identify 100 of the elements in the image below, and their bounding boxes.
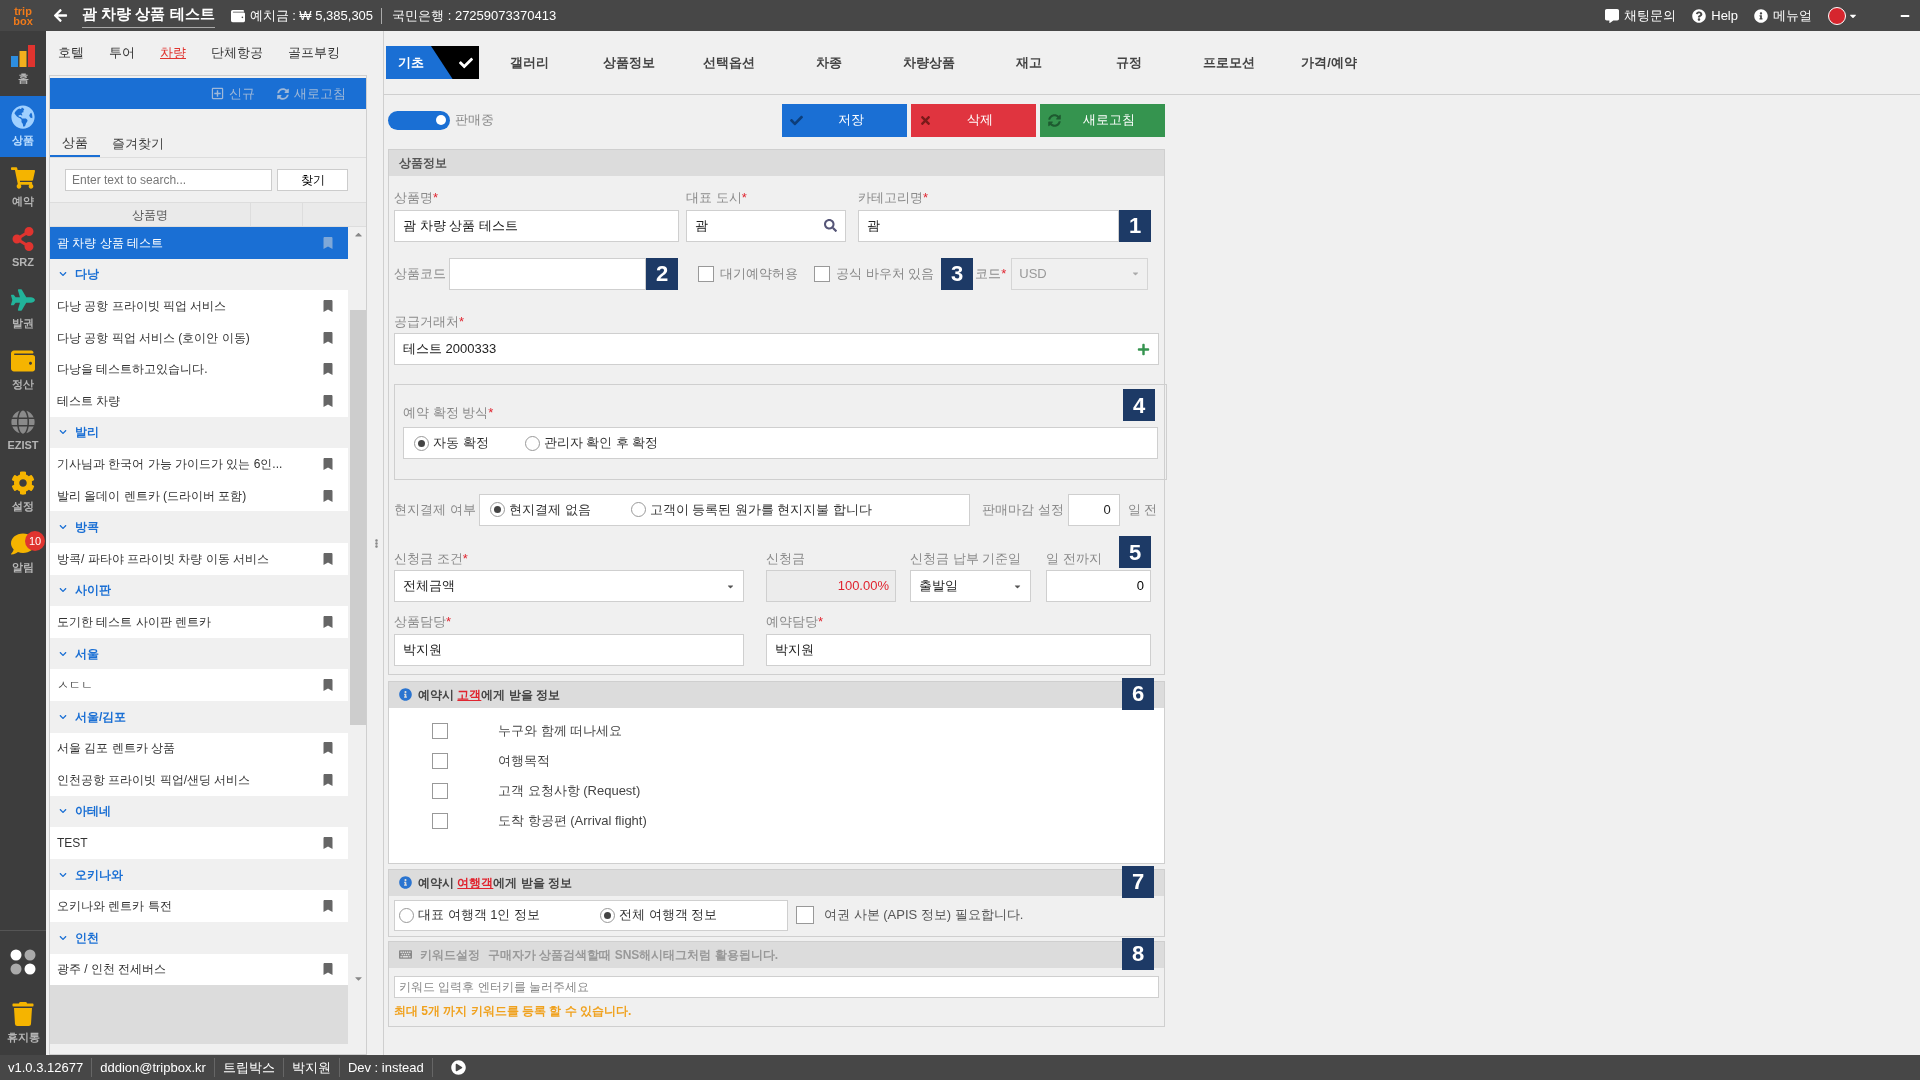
nav-item[interactable]: SRZ bbox=[0, 218, 46, 279]
panel-tab[interactable]: 상품 bbox=[50, 131, 100, 157]
nav-item[interactable]: 정산 bbox=[0, 340, 46, 401]
product-row[interactable]: 방콕/ 파타야 프라이빗 차량 이동 서비스 bbox=[50, 542, 349, 575]
bookmark-icon[interactable] bbox=[322, 394, 335, 407]
step-tab[interactable]: 상품정보 bbox=[579, 46, 679, 79]
bookmark-icon[interactable] bbox=[322, 679, 335, 692]
bookmark-icon[interactable] bbox=[322, 963, 335, 976]
step-tab[interactable]: 재고 bbox=[979, 46, 1079, 79]
product-row[interactable]: ㅅㄷㄴ bbox=[50, 669, 349, 701]
text-field[interactable]: 테스트 2000333 bbox=[394, 333, 1159, 365]
radio-button[interactable] bbox=[490, 502, 505, 517]
chevron-down-icon[interactable] bbox=[59, 586, 67, 595]
text-field[interactable]: 괌 bbox=[686, 209, 846, 242]
nav-item[interactable]: 휴지통 bbox=[0, 993, 46, 1055]
text-field[interactable]: 100.00% bbox=[766, 570, 896, 602]
checkbox[interactable] bbox=[432, 722, 448, 739]
product-row[interactable]: 기사님과 한국어 가능 가이드가 있는 6인... bbox=[50, 448, 349, 480]
radio-button[interactable] bbox=[414, 435, 429, 451]
chevron-down-icon[interactable] bbox=[59, 870, 67, 879]
nav-item[interactable]: 상품 bbox=[0, 96, 46, 157]
splitter-handle-icon[interactable] bbox=[372, 538, 381, 548]
bookmark-icon[interactable] bbox=[322, 742, 335, 755]
nav-item[interactable]: EZIST bbox=[0, 401, 46, 462]
category-tab[interactable]: 골프부킹 bbox=[288, 43, 340, 63]
nav-item[interactable]: 알림 10 bbox=[0, 523, 46, 584]
action-button[interactable]: 저장 bbox=[782, 103, 907, 137]
find-button[interactable]: 찾기 bbox=[277, 169, 348, 191]
search-field[interactable]: Enter text to search... bbox=[65, 169, 272, 191]
radio-button[interactable] bbox=[600, 907, 616, 923]
chevron-down-icon[interactable] bbox=[59, 649, 67, 658]
checkbox[interactable] bbox=[432, 752, 448, 769]
step-tab[interactable]: 차량상품 bbox=[879, 46, 979, 79]
category-tab[interactable]: 단체항공 bbox=[211, 43, 263, 63]
user-avatar[interactable] bbox=[1828, 6, 1846, 25]
add-icon[interactable] bbox=[1137, 342, 1150, 356]
text-field[interactable]: 0 bbox=[1046, 570, 1151, 602]
step-tab[interactable]: 규정 bbox=[1079, 46, 1179, 79]
nav-item[interactable]: 홈 bbox=[0, 35, 46, 96]
header-link[interactable]: 채팅문의 bbox=[1605, 5, 1677, 26]
chevron-down-icon[interactable] bbox=[59, 807, 67, 816]
product-row[interactable]: 발리 올데이 렌트카 (드라이버 포함) bbox=[50, 479, 349, 512]
bookmark-icon[interactable] bbox=[322, 773, 335, 786]
checkbox[interactable] bbox=[698, 265, 714, 282]
play-icon[interactable] bbox=[450, 1060, 466, 1075]
toggle-switch[interactable] bbox=[388, 110, 450, 130]
nav-item[interactable]: 예약 bbox=[0, 157, 46, 218]
select-field[interactable]: 전체금액 bbox=[394, 570, 744, 602]
checkbox[interactable] bbox=[814, 265, 830, 282]
category-tab[interactable]: 차량 bbox=[160, 43, 186, 63]
step-tab[interactable]: 선택옵션 bbox=[679, 46, 779, 79]
text-field[interactable]: 박지원 bbox=[394, 633, 744, 666]
chevron-down-icon[interactable] bbox=[59, 933, 67, 942]
product-row[interactable]: 괌 차량 상품 테스트 bbox=[50, 227, 349, 259]
product-row[interactable]: 광주 / 인천 전세버스 bbox=[50, 953, 349, 986]
product-row[interactable]: 테스트 차량 bbox=[50, 384, 349, 417]
nav-item[interactable]: 발권 bbox=[0, 279, 46, 340]
chevron-down-icon[interactable] bbox=[59, 428, 67, 437]
panel-tab[interactable]: 즐겨찾기 bbox=[100, 131, 176, 157]
bookmark-icon[interactable] bbox=[322, 615, 335, 628]
text-field[interactable]: 괌 차량 상품 테스트 bbox=[394, 209, 679, 242]
step-tab[interactable]: 기초 bbox=[386, 46, 479, 79]
checkbox[interactable] bbox=[796, 906, 814, 924]
bookmark-icon[interactable] bbox=[322, 363, 335, 376]
checkbox[interactable] bbox=[432, 812, 448, 829]
radio-button[interactable] bbox=[630, 502, 646, 517]
step-tab[interactable]: 갤러리 bbox=[479, 46, 579, 79]
text-field[interactable] bbox=[449, 257, 646, 290]
category-tab[interactable]: 투어 bbox=[109, 43, 135, 63]
action-button[interactable]: 새로고침 bbox=[1040, 103, 1165, 137]
text-field[interactable]: 0 bbox=[1067, 493, 1120, 526]
keyword-field[interactable]: 키워드 입력후 엔터키를 눌러주세요 bbox=[394, 975, 1159, 998]
header-link[interactable]: 메뉴얼 bbox=[1754, 5, 1812, 26]
bookmark-icon[interactable] bbox=[322, 300, 335, 312]
product-row[interactable]: 서울 김포 렌트카 상품 bbox=[50, 732, 349, 765]
bookmark-icon[interactable] bbox=[322, 457, 335, 470]
header-link[interactable]: Help bbox=[1692, 5, 1738, 26]
bookmark-icon[interactable] bbox=[322, 331, 335, 344]
product-row[interactable]: 다낭 공항 프라이빗 픽업 서비스 bbox=[50, 290, 349, 322]
action-button[interactable]: 삭제 bbox=[911, 103, 1036, 137]
chevron-down-icon[interactable] bbox=[59, 523, 67, 532]
chevron-down-icon[interactable] bbox=[59, 270, 67, 279]
product-row[interactable]: 인천공항 프라이빗 픽업/샌딩 서비스 bbox=[50, 764, 349, 796]
product-row[interactable]: 다낭을 테스트하고있습니다. bbox=[50, 353, 349, 385]
checkbox[interactable] bbox=[432, 782, 448, 799]
scrollbar-thumb[interactable] bbox=[350, 310, 366, 725]
chevron-down-icon[interactable] bbox=[59, 712, 67, 721]
step-tab[interactable]: 차종 bbox=[779, 46, 879, 79]
bookmark-icon[interactable] bbox=[322, 837, 335, 850]
product-row[interactable]: 다낭 공항 픽업 서비스 (호이안 이동) bbox=[50, 321, 349, 354]
step-tab[interactable]: 프로모션 bbox=[1179, 46, 1279, 79]
radio-button[interactable] bbox=[399, 907, 414, 923]
text-field[interactable]: 박지원 bbox=[766, 633, 1151, 666]
text-field[interactable]: 괌 bbox=[858, 209, 1119, 242]
bookmark-icon[interactable] bbox=[322, 489, 335, 502]
step-tab[interactable]: 가격/예약 bbox=[1279, 46, 1379, 79]
bookmark-icon[interactable] bbox=[322, 900, 335, 913]
product-row[interactable]: 오키나와 렌트카 특전 bbox=[50, 890, 349, 923]
search-icon[interactable] bbox=[824, 219, 837, 232]
nav-item[interactable]: 설정 bbox=[0, 462, 46, 523]
